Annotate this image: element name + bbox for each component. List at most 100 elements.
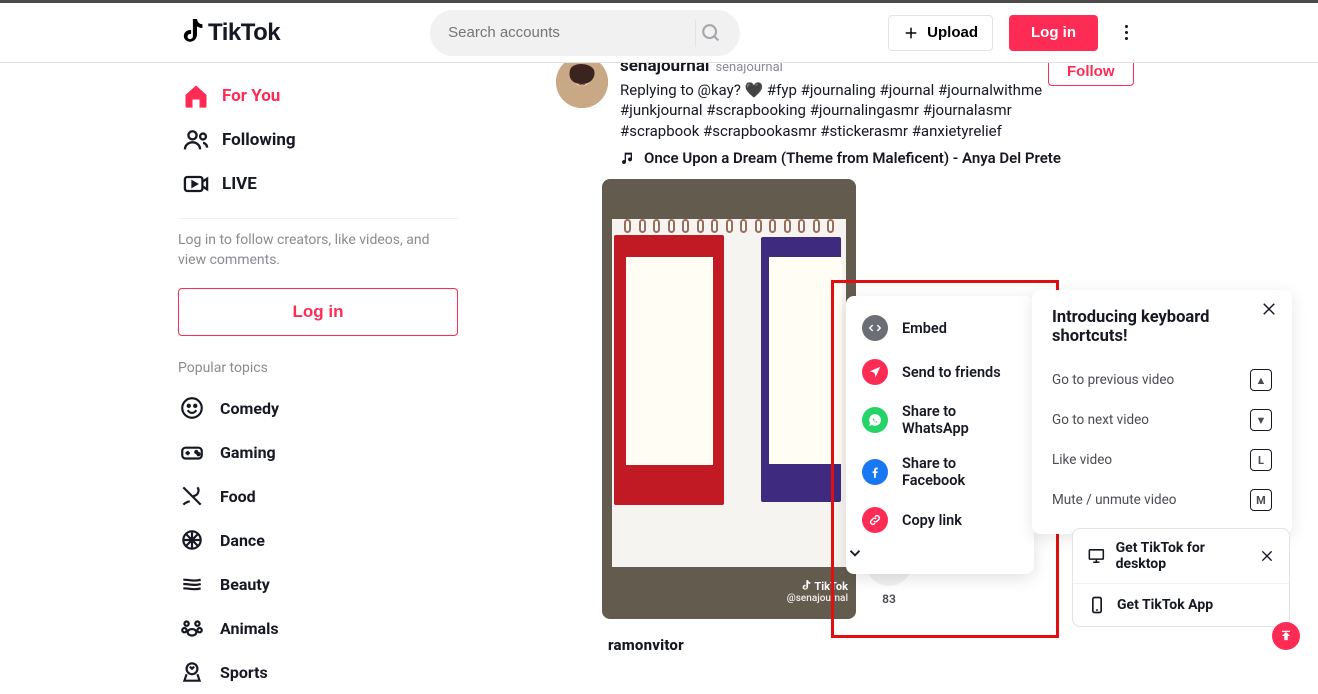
nav-live[interactable]: LIVE xyxy=(178,162,458,206)
sidebar-login-button[interactable]: Log in xyxy=(178,288,458,336)
topic-food[interactable]: Food xyxy=(178,474,458,518)
share-whatsapp[interactable]: Share to WhatsApp xyxy=(846,394,1034,446)
shortcut-label: Like video xyxy=(1052,452,1112,468)
tiktok-logo-icon xyxy=(180,19,204,47)
upload-button[interactable]: Upload xyxy=(888,15,993,51)
author-avatar[interactable] xyxy=(556,56,608,108)
shortcut-label: Mute / unmute video xyxy=(1052,492,1176,508)
share-label: Send to friends xyxy=(902,364,1001,381)
topic-gaming[interactable]: Gaming xyxy=(178,430,458,474)
scroll-to-top-button[interactable] xyxy=(1272,622,1300,650)
get-app-row[interactable]: Get TikTok App xyxy=(1073,583,1289,626)
divider xyxy=(178,218,458,219)
top-header: TikTok Upload Log in xyxy=(0,3,1318,63)
shortcut-row: Like video L xyxy=(1052,440,1272,480)
header-actions: Upload Log in xyxy=(888,15,1298,51)
facebook-icon xyxy=(862,459,888,485)
share-embed[interactable]: Embed xyxy=(846,306,1034,350)
topic-label: Food xyxy=(220,487,256,506)
search-box[interactable] xyxy=(430,10,740,56)
nav-label: Following xyxy=(222,130,296,150)
people-icon xyxy=(182,126,210,154)
share-label: Embed xyxy=(902,320,947,337)
share-facebook[interactable]: Share to Facebook xyxy=(846,446,1034,498)
monitor-icon xyxy=(1087,546,1106,566)
music-title: Once Upon a Dream (Theme from Maleficent… xyxy=(644,149,1061,167)
topic-label: Sports xyxy=(220,663,268,682)
send-icon xyxy=(862,359,888,385)
left-sidebar: For You Following LIVE Log in to follow … xyxy=(178,60,458,694)
get-desktop-row[interactable]: Get TikTok for desktop xyxy=(1073,529,1289,583)
get-app-panel: Get TikTok for desktop Get TikTok App xyxy=(1072,528,1290,627)
video-player[interactable]: TikTok @senajournal xyxy=(602,179,856,619)
search-input[interactable] xyxy=(448,24,685,41)
search-divider xyxy=(695,19,696,47)
topic-comedy[interactable]: Comedy xyxy=(178,386,458,430)
topic-label: Comedy xyxy=(220,399,279,418)
dance-icon xyxy=(178,527,206,553)
beauty-icon xyxy=(178,571,206,597)
music-row[interactable]: Once Upon a Dream (Theme from Maleficent… xyxy=(620,149,1076,167)
share-label: Share to Facebook xyxy=(902,455,1018,489)
animals-icon xyxy=(178,615,206,641)
topic-dance[interactable]: Dance xyxy=(178,518,458,562)
close-button[interactable] xyxy=(1260,300,1278,318)
nav-following[interactable]: Following xyxy=(178,118,458,162)
shortcut-row: Mute / unmute video M xyxy=(1052,480,1272,520)
music-note-icon xyxy=(620,150,636,166)
get-app-label: Get TikTok App xyxy=(1117,597,1213,613)
tiktok-watermark-icon xyxy=(801,580,811,592)
share-label: Share to WhatsApp xyxy=(902,403,1018,437)
get-desktop-label: Get TikTok for desktop xyxy=(1116,540,1249,572)
close-icon xyxy=(1260,300,1278,318)
key-badge: L xyxy=(1250,449,1272,471)
food-icon xyxy=(178,483,206,509)
phone-icon xyxy=(1087,595,1107,615)
next-post-author[interactable]: ramonvitor xyxy=(608,636,684,654)
share-send-friends[interactable]: Send to friends xyxy=(846,350,1034,394)
more-menu-button[interactable] xyxy=(1114,25,1138,40)
topic-label: Beauty xyxy=(220,575,270,594)
gaming-icon xyxy=(178,439,206,465)
header-login-button[interactable]: Log in xyxy=(1009,15,1098,51)
nav-for-you[interactable]: For You xyxy=(178,74,458,118)
topic-label: Dance xyxy=(220,531,265,550)
video-frame xyxy=(602,179,856,619)
video-watermark: TikTok @senajournal xyxy=(787,580,848,605)
link-icon xyxy=(862,507,888,533)
close-button[interactable] xyxy=(1259,548,1275,564)
sports-icon xyxy=(178,659,206,685)
keyboard-shortcuts-panel: Introducing keyboard shortcuts! Go to pr… xyxy=(1032,290,1292,534)
plus-icon xyxy=(903,25,919,41)
home-icon xyxy=(182,82,210,110)
share-expand-button[interactable] xyxy=(846,542,1034,564)
logo[interactable]: TikTok xyxy=(180,19,280,47)
login-hint: Log in to follow creators, like videos, … xyxy=(178,231,458,270)
shortcut-row: Go to previous video ▲ xyxy=(1052,360,1272,400)
panel-title: Introducing keyboard shortcuts! xyxy=(1052,308,1272,346)
share-label: Copy link xyxy=(902,512,962,529)
comedy-icon xyxy=(178,395,206,421)
topic-beauty[interactable]: Beauty xyxy=(178,562,458,606)
share-menu: Embed Send to friends Share to WhatsApp … xyxy=(846,296,1034,574)
topic-label: Animals xyxy=(220,619,279,638)
topic-animals[interactable]: Animals xyxy=(178,606,458,650)
shortcut-row: Go to next video ▼ xyxy=(1052,400,1272,440)
share-copy-link[interactable]: Copy link xyxy=(846,498,1034,542)
search-icon[interactable] xyxy=(700,22,722,44)
live-icon xyxy=(182,170,210,198)
share-count: 83 xyxy=(882,592,896,606)
topic-label: Gaming xyxy=(220,443,276,462)
close-icon xyxy=(1259,548,1275,564)
logo-text: TikTok xyxy=(208,19,280,47)
nav-label: For You xyxy=(222,86,280,106)
post-caption: Replying to @kay? 🖤 #fyp #journaling #jo… xyxy=(620,80,1076,141)
topic-sports[interactable]: Sports xyxy=(178,650,458,694)
nav-label: LIVE xyxy=(222,174,257,194)
arrow-up-icon xyxy=(1279,629,1293,643)
key-badge: ▲ xyxy=(1250,369,1272,391)
shortcut-label: Go to next video xyxy=(1052,412,1149,428)
key-badge: M xyxy=(1250,489,1272,511)
embed-icon xyxy=(862,315,888,341)
upload-label: Upload xyxy=(927,24,978,41)
